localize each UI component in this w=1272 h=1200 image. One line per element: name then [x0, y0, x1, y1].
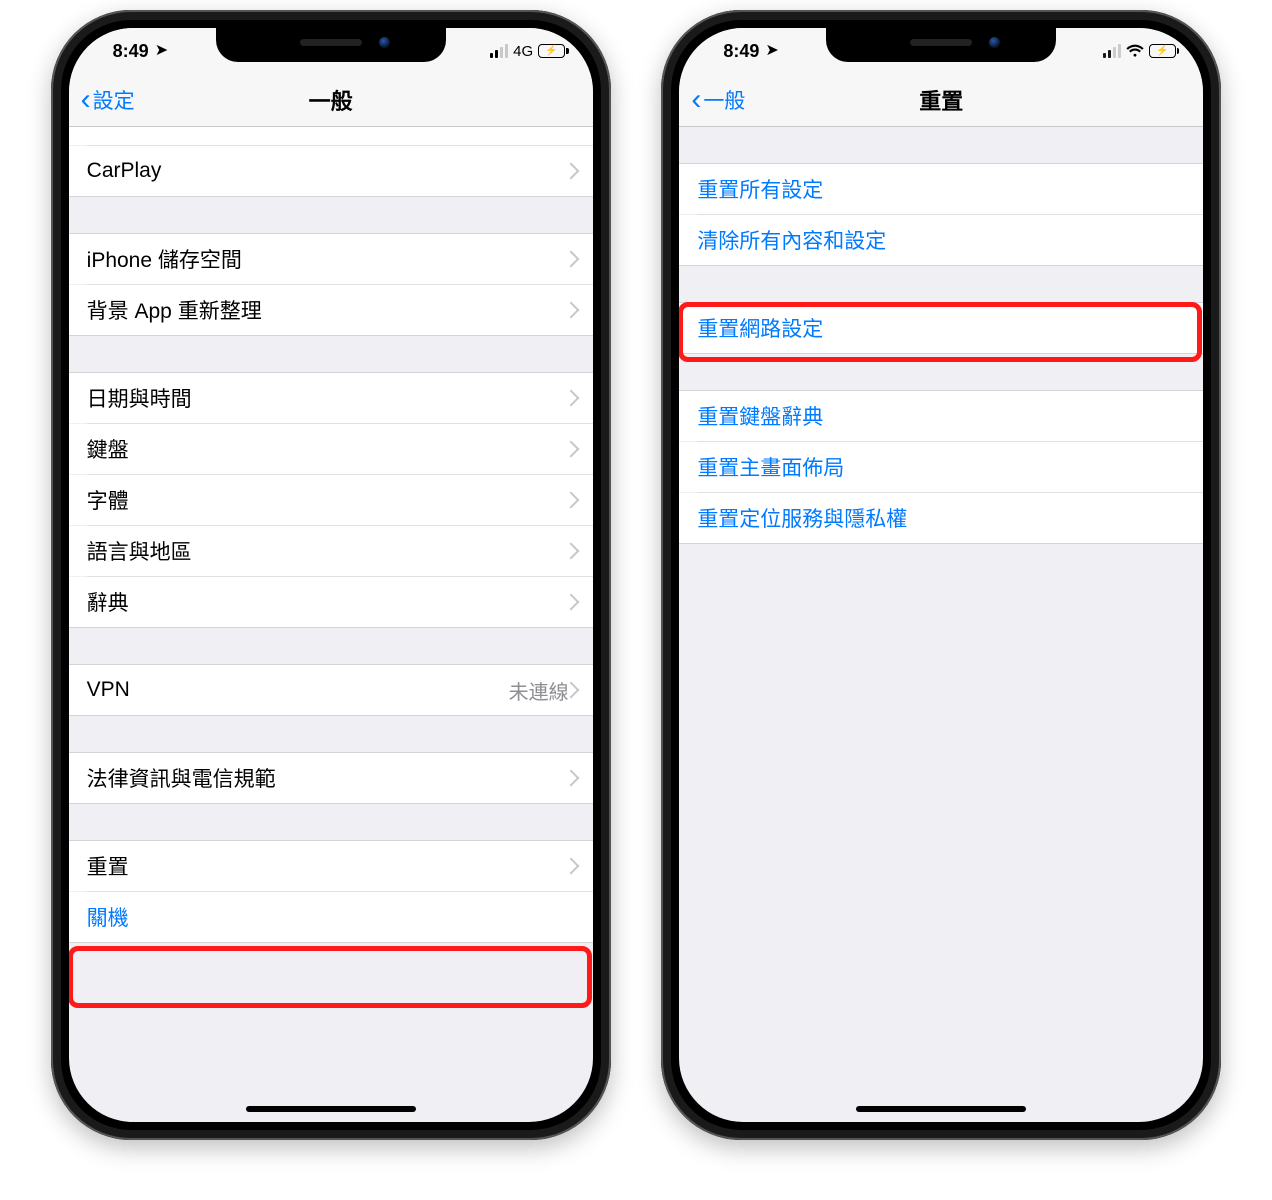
row-dictionary[interactable]: 辭典: [69, 577, 593, 628]
reset-list[interactable]: 重置所有設定 清除所有內容和設定 重置網路設定 重置鍵盤辭: [679, 127, 1203, 1122]
row-legal[interactable]: 法律資訊與電信規範: [69, 752, 593, 804]
location-arrow-icon: ➤: [765, 40, 778, 60]
row-carplay[interactable]: CarPlay: [69, 146, 593, 197]
row-reset-all-settings[interactable]: 重置所有設定: [679, 163, 1203, 214]
row-label: 語言與地區: [87, 536, 192, 566]
notch: [216, 28, 446, 62]
row-reset-location-privacy[interactable]: 重置定位服務與隱私權: [679, 493, 1203, 544]
nav-back-label: 設定: [93, 85, 135, 115]
notch: [826, 28, 1056, 62]
nav-back-button[interactable]: ‹ 一般: [691, 74, 745, 126]
row-label: 背景 App 重新整理: [87, 295, 262, 325]
row-label: 關機: [87, 902, 129, 932]
wifi-icon: [1126, 44, 1144, 58]
row-reset-network-settings[interactable]: 重置網路設定: [679, 302, 1203, 354]
nav-bar: ‹ 一般 重置: [679, 74, 1203, 127]
row-label: 清除所有內容和設定: [697, 225, 886, 255]
phone-frame-right: 8:49 ➤ ⚡: [661, 10, 1221, 1140]
row-shutdown[interactable]: 關機: [69, 892, 593, 943]
row-label: 法律資訊與電信規範: [87, 763, 276, 793]
row-handoff[interactable]: 接力: [69, 127, 593, 145]
row-label: 鍵盤: [87, 434, 129, 464]
cellular-signal-icon: [1103, 44, 1121, 58]
row-date-time[interactable]: 日期與時間: [69, 372, 593, 423]
row-label: 重置定位服務與隱私權: [697, 503, 907, 533]
row-reset-keyboard-dictionary[interactable]: 重置鍵盤辭典: [679, 390, 1203, 441]
location-arrow-icon: ➤: [155, 40, 168, 60]
row-label: iPhone 儲存空間: [87, 244, 242, 274]
row-erase-all-content[interactable]: 清除所有內容和設定: [679, 215, 1203, 266]
row-label: 重置鍵盤辭典: [697, 401, 823, 431]
row-language-region[interactable]: 語言與地區: [69, 526, 593, 576]
cellular-signal-icon: [490, 44, 508, 58]
vpn-status-label: 未連線: [509, 676, 569, 705]
row-label: CarPlay: [87, 159, 162, 183]
row-background-app-refresh[interactable]: 背景 App 重新整理: [69, 285, 593, 336]
row-reset[interactable]: 重置: [69, 840, 593, 891]
highlight-reset: [69, 946, 592, 1008]
row-reset-home-layout[interactable]: 重置主畫面佈局: [679, 442, 1203, 492]
nav-back-label: 一般: [703, 85, 745, 115]
row-label: 重置主畫面佈局: [697, 452, 844, 482]
home-indicator[interactable]: [246, 1106, 416, 1112]
row-label: VPN: [87, 678, 130, 702]
row-fonts[interactable]: 字體: [69, 475, 593, 525]
row-keyboard[interactable]: 鍵盤: [69, 424, 593, 474]
row-iphone-storage[interactable]: iPhone 儲存空間: [69, 233, 593, 284]
nav-title: 一般: [309, 84, 353, 116]
nav-title: 重置: [919, 84, 963, 116]
phone-screen-left: 8:49 ➤ 4G ⚡ ‹ 設定 一般: [69, 28, 593, 1122]
nav-back-button[interactable]: ‹ 設定: [81, 74, 135, 126]
row-label: 重置: [87, 851, 129, 881]
status-time: 8:49: [723, 41, 759, 62]
row-vpn[interactable]: VPN 未連線: [69, 664, 593, 716]
phone-screen-right: 8:49 ➤ ⚡: [679, 28, 1203, 1122]
row-label: 日期與時間: [87, 383, 192, 413]
row-label: 重置所有設定: [697, 174, 823, 204]
settings-list[interactable]: 接力 CarPlay iPhone 儲存空間 背景 App 重新整理: [69, 127, 593, 1122]
network-type-label: 4G: [513, 43, 533, 60]
row-label: 字體: [87, 485, 129, 515]
battery-icon: ⚡: [538, 44, 569, 58]
row-label: 重置網路設定: [697, 313, 823, 343]
battery-icon: ⚡: [1149, 44, 1180, 58]
phone-frame-left: 8:49 ➤ 4G ⚡ ‹ 設定 一般: [51, 10, 611, 1140]
status-time: 8:49: [113, 41, 149, 62]
row-label: 辭典: [87, 587, 129, 617]
home-indicator[interactable]: [856, 1106, 1026, 1112]
nav-bar: ‹ 設定 一般: [69, 74, 593, 127]
